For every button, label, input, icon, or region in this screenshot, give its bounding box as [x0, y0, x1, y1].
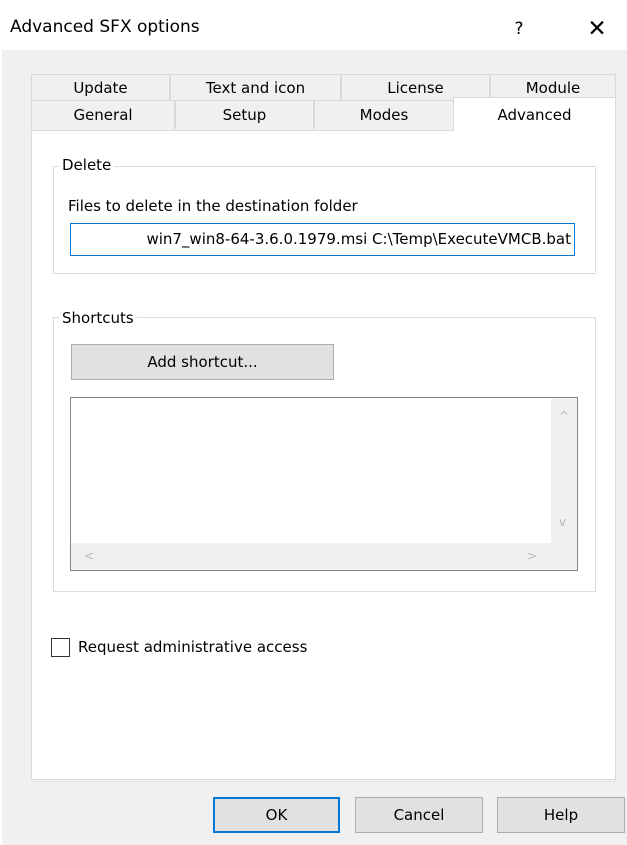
delete-files-input-value: win7_win8-64-3.6.0.1979.msi C:\Temp\Exec… [146, 230, 571, 248]
title-bar: Advanced SFX options ? ✕ [0, 0, 627, 50]
scroll-left-icon[interactable]: < [84, 550, 94, 562]
scroll-down-icon[interactable]: v [559, 516, 566, 528]
bottom-separator [31, 781, 616, 782]
scroll-up-icon[interactable]: ^ [559, 410, 569, 422]
help-button[interactable]: Help [497, 797, 625, 833]
tab-text-and-icon[interactable]: Text and icon [170, 74, 341, 100]
shortcuts-list[interactable]: ^ v < > [70, 397, 578, 571]
tab-general[interactable]: General [31, 100, 175, 129]
tab-modes[interactable]: Modes [314, 100, 454, 129]
close-icon[interactable]: ✕ [574, 10, 620, 48]
add-shortcut-button[interactable]: Add shortcut... [71, 344, 334, 380]
tab-advanced[interactable]: Advanced [453, 97, 616, 131]
tab-update[interactable]: Update [31, 74, 170, 100]
shortcuts-group-legend: Shortcuts [59, 309, 137, 327]
scroll-right-icon[interactable]: > [527, 550, 537, 562]
ok-button[interactable]: OK [213, 797, 340, 833]
vertical-scrollbar[interactable]: ^ v [551, 398, 577, 543]
help-icon[interactable]: ? [498, 10, 540, 48]
admin-access-label[interactable]: Request administrative access [78, 638, 307, 656]
window-title: Advanced SFX options [10, 17, 200, 37]
delete-group-legend: Delete [59, 156, 115, 174]
delete-files-label: Files to delete in the destination folde… [68, 197, 358, 215]
delete-files-input[interactable]: win7_win8-64-3.6.0.1979.msi C:\Temp\Exec… [70, 223, 575, 256]
cancel-button[interactable]: Cancel [355, 797, 483, 833]
admin-access-checkbox[interactable] [51, 638, 70, 657]
scrollbar-corner [551, 543, 577, 570]
tab-setup[interactable]: Setup [175, 100, 314, 129]
horizontal-scrollbar[interactable]: < > [71, 543, 551, 570]
delete-groupbox [53, 166, 596, 274]
